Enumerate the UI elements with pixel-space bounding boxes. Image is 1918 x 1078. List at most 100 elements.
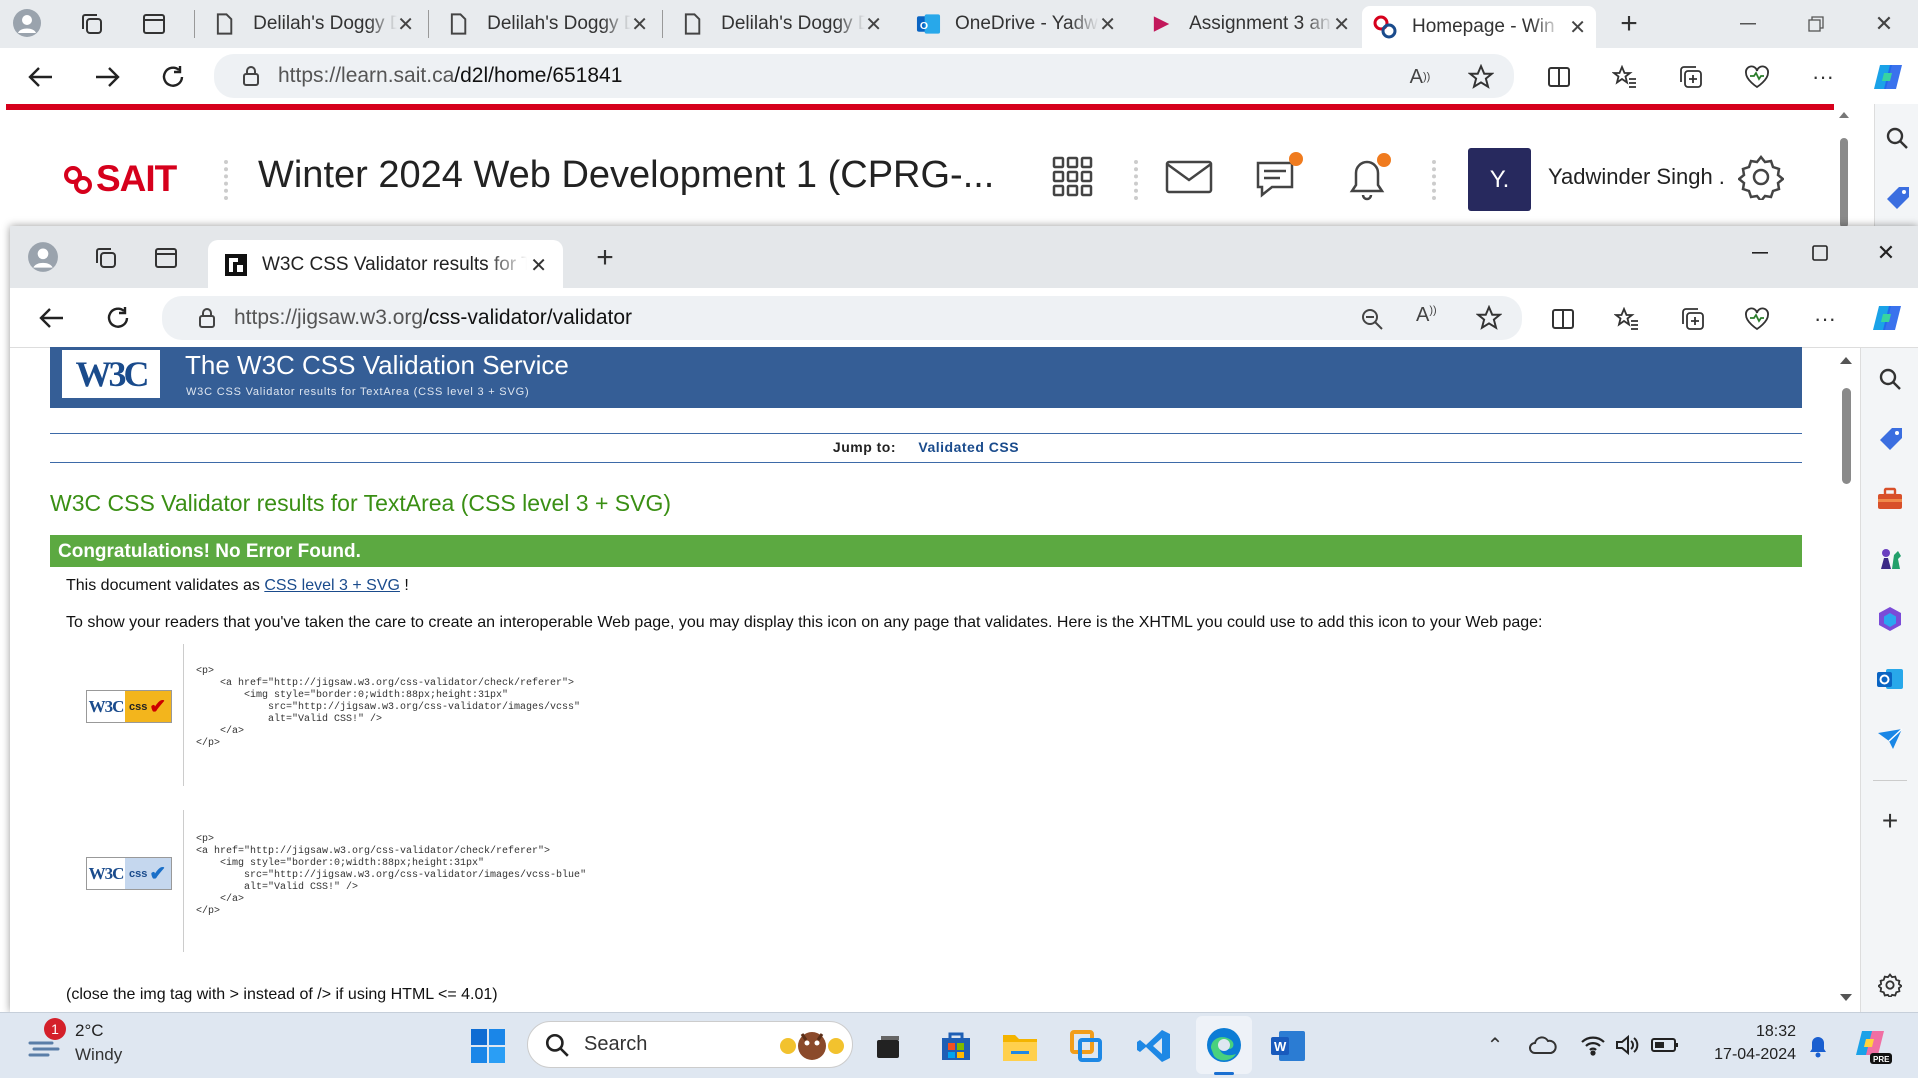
read-aloud-icon[interactable]: A)) (1402, 62, 1438, 92)
weather-description[interactable]: Windy (75, 1045, 122, 1065)
edge-browser-icon[interactable] (1200, 1022, 1248, 1068)
outlook-icon[interactable] (1873, 662, 1907, 696)
close-icon[interactable]: ✕ (530, 253, 547, 278)
close-window-icon[interactable]: ✕ (1864, 8, 1904, 40)
user-name[interactable]: Yadwinder Singh . (1548, 164, 1725, 190)
close-icon[interactable]: ✕ (1569, 15, 1586, 40)
collections-icon[interactable] (1676, 302, 1710, 336)
chevron-up-icon[interactable]: ⌃ (1480, 1030, 1510, 1060)
favorite-star-icon[interactable] (1464, 60, 1498, 94)
weather-temperature[interactable]: 2°C (75, 1021, 104, 1041)
inner-url-field[interactable]: https://jigsaw.w3.org/css-validator/vali… (162, 296, 1522, 340)
forward-arrow-icon[interactable] (90, 60, 124, 94)
vertical-tabs-icon[interactable] (138, 8, 170, 40)
battery-icon[interactable] (1648, 1030, 1682, 1060)
add-sidebar-app-icon[interactable]: + (1873, 804, 1907, 838)
vertical-tabs-icon[interactable] (150, 242, 182, 274)
browser-essentials-icon[interactable] (1740, 60, 1774, 94)
outer-tab-6-active[interactable]: Homepage - Win ✕ (1362, 6, 1596, 48)
search-highlight-illustration-icon (780, 1032, 844, 1060)
more-options-icon[interactable]: ··· (1806, 60, 1840, 94)
back-arrow-icon[interactable] (24, 60, 58, 94)
outer-tab-4[interactable]: O OneDrive - Yadw ✕ (906, 6, 1126, 42)
sait-logo[interactable]: SAIT (62, 158, 177, 200)
close-icon[interactable]: ✕ (865, 12, 882, 37)
subscriptions-chat-icon[interactable] (1254, 150, 1306, 204)
sidebar-settings-icon[interactable] (1873, 968, 1907, 1002)
outer-tab-1[interactable]: Delilah's Doggy D ✕ (204, 6, 424, 42)
start-windows-icon[interactable] (466, 1024, 510, 1068)
profile-icon[interactable] (26, 240, 60, 274)
inner-tab-active[interactable]: W3C CSS Validator results for TextArea ✕ (208, 240, 563, 290)
collections-icon[interactable] (1674, 60, 1708, 94)
new-tab-icon[interactable]: + (588, 241, 622, 274)
mail-envelope-icon[interactable] (1164, 154, 1214, 200)
w3c-logo[interactable]: W3C (62, 350, 160, 398)
new-tab-icon[interactable]: + (1612, 7, 1646, 40)
workspaces-icon[interactable] (76, 8, 108, 40)
settings-gear-icon[interactable] (1736, 152, 1786, 202)
close-icon[interactable]: ✕ (1333, 12, 1350, 37)
notification-bell-icon[interactable] (1344, 150, 1394, 204)
file-explorer-icon[interactable] (998, 1024, 1042, 1068)
close-window-icon[interactable]: ✕ (1866, 238, 1906, 268)
outer-scrollbar[interactable] (1834, 110, 1854, 230)
outer-tab-2[interactable]: Delilah's Doggy D ✕ (438, 6, 658, 42)
zoom-out-icon[interactable] (1360, 307, 1384, 331)
read-aloud-icon[interactable]: A)) (1416, 304, 1437, 327)
valid-css-badge[interactable]: W3C css ✔ (86, 690, 172, 723)
shopping-tag-icon[interactable] (1881, 182, 1913, 214)
power-automate-icon[interactable] (1064, 1024, 1108, 1068)
outer-tab-5[interactable]: Assignment 3 an ✕ (1140, 6, 1360, 42)
favorite-star-icon[interactable] (1476, 305, 1502, 331)
valid-css-blue-badge[interactable]: W3C css ✔ (86, 857, 172, 890)
microsoft-365-icon[interactable] (1873, 602, 1907, 636)
shopping-tag-icon[interactable] (1873, 422, 1907, 456)
copilot-icon[interactable] (1868, 58, 1908, 96)
maximize-icon[interactable] (1800, 238, 1840, 268)
word-icon[interactable]: W (1266, 1024, 1310, 1068)
vscode-icon[interactable] (1132, 1024, 1176, 1068)
refresh-icon[interactable] (156, 60, 190, 94)
workspaces-icon[interactable] (90, 242, 122, 274)
games-chess-icon[interactable] (1873, 542, 1907, 576)
profile-icon[interactable] (10, 6, 44, 40)
browser-essentials-icon[interactable] (1740, 302, 1774, 336)
outer-tab-3[interactable]: Delilah's Doggy D ✕ (672, 6, 892, 42)
microsoft-store-icon[interactable] (934, 1024, 978, 1068)
avatar[interactable]: Y. (1468, 148, 1531, 211)
tools-briefcase-icon[interactable] (1873, 482, 1907, 516)
system-clock[interactable]: 18:32 17-04-2024 (1690, 1020, 1796, 1066)
restore-icon[interactable] (1796, 8, 1836, 40)
search-icon[interactable] (1881, 122, 1913, 154)
outer-url-field[interactable]: https://learn.sait.ca/d2l/home/651841 (214, 54, 1514, 98)
minimize-icon[interactable] (1740, 238, 1780, 268)
inner-edge-sidebar: + (1860, 348, 1918, 1012)
copilot-icon[interactable] (1866, 298, 1908, 338)
onedrive-cloud-icon[interactable] (1526, 1030, 1560, 1060)
close-icon[interactable]: ✕ (1099, 12, 1116, 37)
course-selector-grid-icon[interactable] (1050, 152, 1094, 200)
css-level-link[interactable]: CSS level 3 + SVG (264, 577, 400, 594)
split-screen-icon[interactable] (1546, 302, 1580, 336)
wifi-icon[interactable] (1578, 1030, 1608, 1060)
course-title[interactable]: Winter 2024 Web Development 1 (CPRG-... (258, 154, 994, 197)
jump-validated-css-link[interactable]: Validated CSS (918, 439, 1019, 455)
close-icon[interactable]: ✕ (631, 12, 648, 37)
task-view-icon[interactable] (868, 1026, 908, 1068)
more-options-icon[interactable]: ··· (1808, 302, 1842, 336)
inner-scrollbar[interactable] (1832, 348, 1860, 1012)
favorites-icon[interactable] (1610, 302, 1644, 336)
split-screen-icon[interactable] (1542, 60, 1576, 94)
minimize-icon[interactable] (1728, 8, 1768, 40)
close-icon[interactable]: ✕ (397, 12, 414, 37)
copilot-preview-icon[interactable]: PRE (1850, 1024, 1898, 1068)
send-drop-icon[interactable] (1873, 722, 1907, 756)
refresh-icon[interactable] (100, 300, 136, 336)
search-icon[interactable] (1873, 362, 1907, 396)
volume-icon[interactable] (1612, 1030, 1642, 1060)
taskbar-search-input[interactable]: Search (527, 1021, 853, 1068)
back-arrow-icon[interactable] (34, 300, 70, 336)
favorites-icon[interactable] (1608, 60, 1642, 94)
notification-bell-icon[interactable] (1804, 1030, 1832, 1062)
